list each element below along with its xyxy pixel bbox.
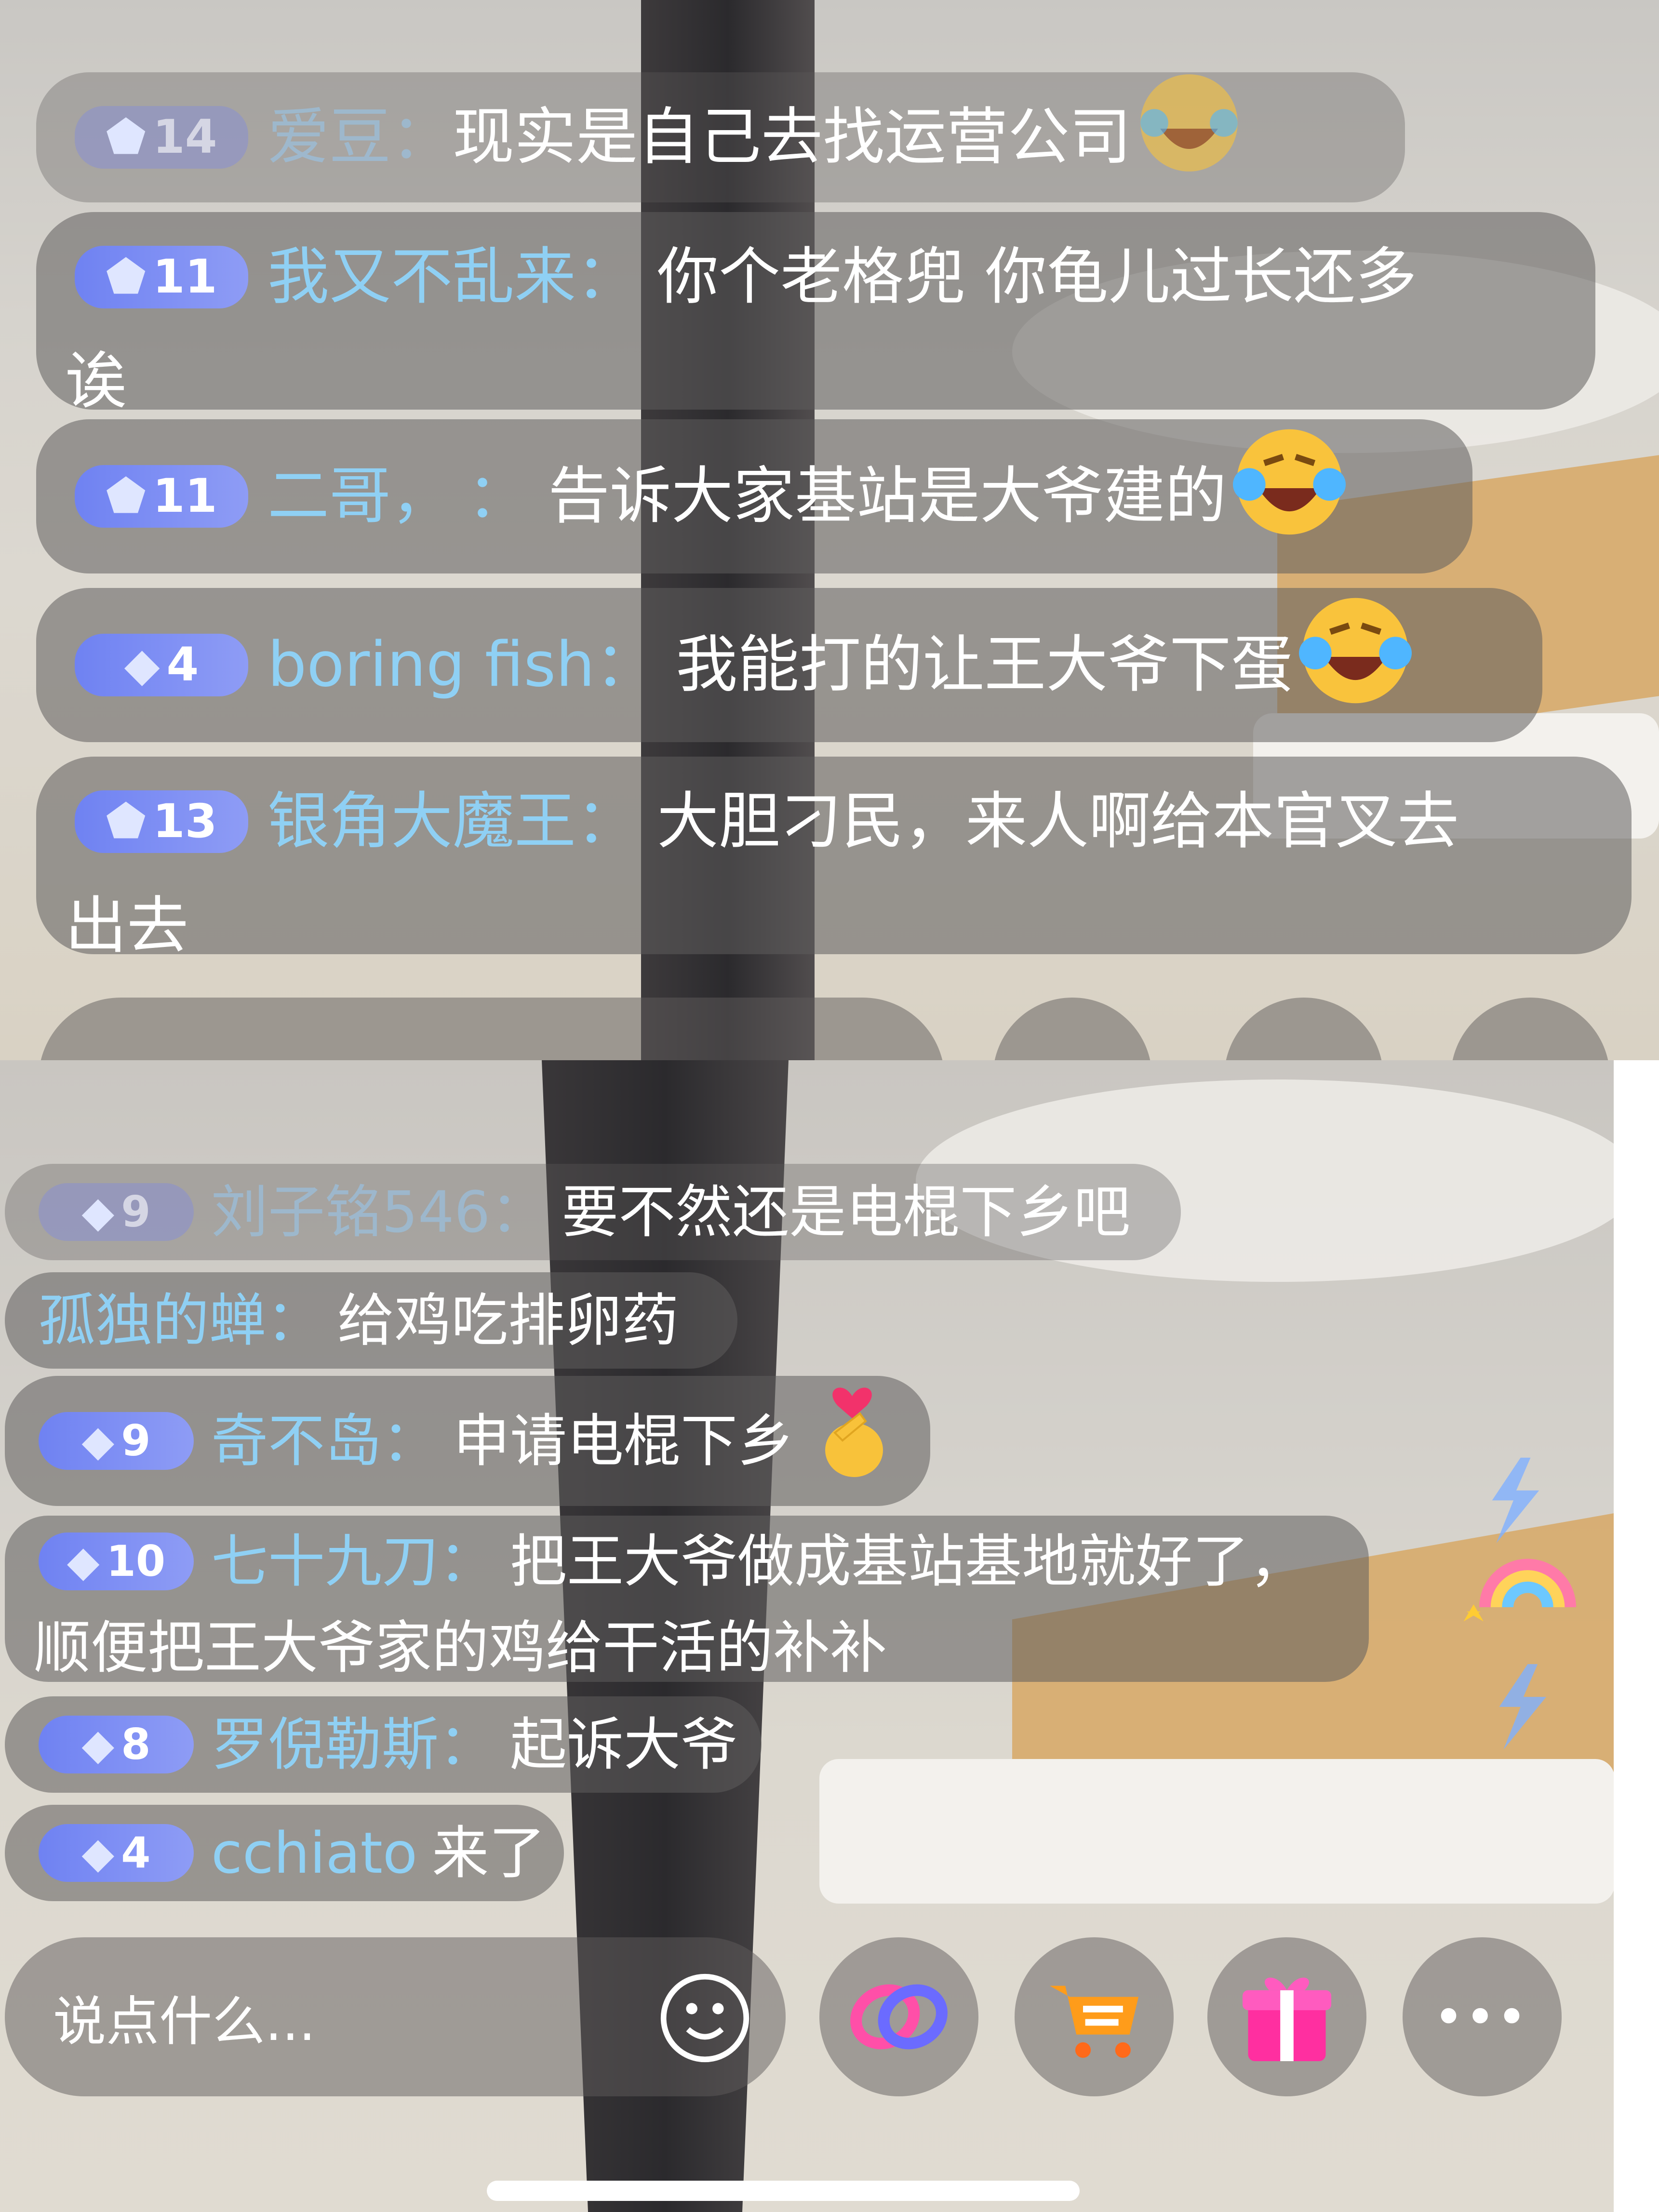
- floating-effects: [1441, 1451, 1586, 1766]
- cart-icon: [1050, 1985, 1138, 2058]
- link-icon: [850, 1984, 948, 2050]
- chat-message: ◆ 9 刘子铭546： 要不然还是电棍下乡吧: [5, 1164, 1181, 1260]
- diamond-icon: ◆: [67, 1536, 100, 1586]
- diamond-icon: ◆: [81, 1719, 115, 1769]
- level-badge: ⬟ 11: [75, 246, 248, 308]
- username[interactable]: 二哥，: [268, 447, 453, 546]
- message-text: 大胆刁民，来人啊给本官叉去: [657, 785, 1459, 857]
- message-text: 给鸡吃排卵药: [337, 1287, 679, 1354]
- diamond-icon: ◆: [124, 638, 160, 692]
- level-badge: ⬟ 14: [75, 106, 248, 169]
- message-text-continued: 顺便把王大爷家的鸡给干活的补补: [34, 1614, 887, 1681]
- level-badge: ◆ 9: [39, 1183, 194, 1241]
- diamond-icon: ◆: [81, 1186, 115, 1237]
- username[interactable]: 银角大魔王: [268, 773, 576, 871]
- gem-icon: ⬟: [106, 794, 146, 849]
- laugh-cry-emoji-icon: [1131, 65, 1247, 210]
- username[interactable]: 我又不乱来: [268, 228, 576, 327]
- chat-message: ⬟ 14 爱豆： 现实是自己去找运营公司: [36, 72, 1405, 202]
- gem-icon: ⬟: [106, 110, 146, 164]
- join-text: 来了: [432, 1819, 546, 1886]
- chat-message: ◆ 8 罗倪勒斯： 起诉大爷: [5, 1696, 762, 1793]
- username[interactable]: 罗倪勒斯: [211, 1699, 439, 1790]
- chat-message: 孤独的蝉： 给鸡吃排卵药: [5, 1272, 737, 1369]
- message-text: 起诉大爷: [510, 1711, 738, 1778]
- join-notice: ◆ 4 cchiato 来了: [5, 1805, 564, 1901]
- message-text: 我能打的让王大爷下蛋: [676, 628, 1293, 701]
- link-button[interactable]: [819, 1937, 978, 2096]
- lightning-icon: [1499, 1664, 1546, 1750]
- username[interactable]: cchiato: [211, 1808, 417, 1899]
- message-text: 要不然还是电棍下乡吧: [562, 1178, 1131, 1245]
- more-button[interactable]: •••: [1403, 1937, 1562, 2096]
- chat-message: ⬟ 11 我又不乱来： 你个老格兜 你龟儿过长还多 诶: [36, 212, 1595, 417]
- emoji-button[interactable]: [658, 1971, 752, 2065]
- laugh-cry-emoji-icon: [1227, 419, 1352, 573]
- diamond-icon: ◆: [81, 1827, 115, 1878]
- more-icon: •••: [1434, 1991, 1530, 2042]
- chat-input-cutoff: [39, 998, 945, 1060]
- cart-button[interactable]: [1015, 1937, 1174, 2096]
- level-badge: ◆ 4: [75, 634, 248, 696]
- level-badge: ◆ 10: [39, 1532, 194, 1590]
- level-badge: ◆ 4: [39, 1824, 194, 1882]
- level-badge: ⬟ 11: [75, 465, 248, 528]
- level-badge: ⬟ 13: [75, 790, 248, 853]
- level-badge: ◆ 8: [39, 1716, 194, 1773]
- rainbow-icon: [1463, 1559, 1576, 1622]
- message-text: 申请电棍下乡: [453, 1407, 795, 1474]
- level-badge: ◆ 9: [39, 1412, 194, 1470]
- message-text: 现实是自己去找运营公司: [453, 101, 1132, 173]
- laugh-cry-emoji-icon: [1293, 588, 1418, 742]
- username[interactable]: 奇不岛: [211, 1396, 382, 1487]
- message-text: 你个老格兜 你龟儿过长还多: [657, 240, 1417, 313]
- username[interactable]: boring fish: [268, 616, 595, 715]
- message-text-continued: 出去: [65, 890, 189, 962]
- diamond-icon: ◆: [81, 1415, 115, 1466]
- chat-message: ⬟ 11 二哥，： 告诉大家基站是大爷建的: [36, 419, 1472, 573]
- emoji-icon: [660, 1973, 749, 2063]
- home-indicator[interactable]: [487, 2181, 1080, 2201]
- chat-input-placeholder: 说点什么...: [53, 1991, 316, 2052]
- username[interactable]: 刘子铭546: [211, 1167, 490, 1258]
- chat-message: ◆ 10 七十九刀： 把王大爷做成基站基地就好了， 顺便把王大爷家的鸡给干活的补补: [5, 1516, 1369, 1682]
- gem-icon: ⬟: [106, 469, 146, 523]
- chat-message: ◆ 9 奇不岛： 申请电棍下乡: [5, 1376, 930, 1506]
- username[interactable]: 爱豆: [268, 88, 391, 187]
- message-text: 把王大爷做成基站基地就好了，: [510, 1528, 1307, 1595]
- chat-message: ◆ 4 boring fish： 我能打的让王大爷下蛋: [36, 588, 1542, 742]
- finger-heart-emoji-icon: [804, 1375, 900, 1507]
- top-screenshot: ⬟ 14 爱豆： 现实是自己去找运营公司 ⬟ 11 我又不乱来： 你个老格兜 你龟儿…: [0, 0, 1659, 1060]
- lightning-icon: [1492, 1457, 1539, 1544]
- chat-message: ⬟ 13 银角大魔王： 大胆刁民，来人啊给本官叉去 出去: [36, 757, 1632, 962]
- snow-decoration: [819, 1759, 1614, 1904]
- username[interactable]: 孤独的蝉: [39, 1275, 266, 1366]
- message-text-continued: 诶: [65, 346, 127, 417]
- message-text: 告诉大家基站是大爷建的: [548, 460, 1227, 532]
- gift-icon: [1243, 1977, 1331, 2061]
- gem-icon: ⬟: [106, 250, 146, 304]
- username[interactable]: 七十九刀: [211, 1516, 439, 1607]
- bottom-screenshot: ◆ 9 刘子铭546： 要不然还是电棍下乡吧 孤独的蝉： 给鸡吃排卵药 ◆ 9 奇不…: [0, 1060, 1614, 2212]
- gift-button[interactable]: [1207, 1937, 1366, 2096]
